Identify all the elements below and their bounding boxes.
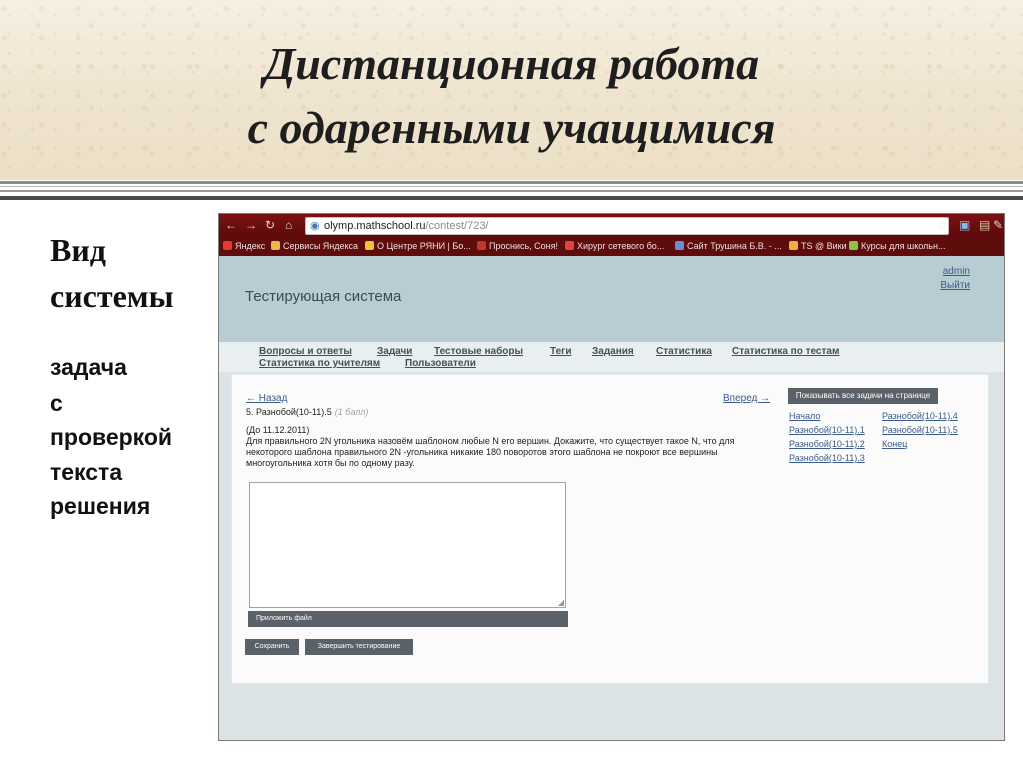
star-icon[interactable]: ☆ (937, 218, 948, 232)
home-icon[interactable]: ⌂ (285, 218, 292, 232)
globe-icon: ◉ (310, 220, 320, 232)
logout-link[interactable]: Выйти (940, 280, 970, 291)
nav-tasks[interactable]: Задачи (377, 346, 412, 357)
nav-users[interactable]: Пользователи (405, 358, 476, 369)
show-all-tasks-button[interactable]: Показывать все задачи на странице (788, 388, 938, 404)
wrench-icon[interactable]: ✎ (993, 218, 1003, 232)
bookmark-item[interactable]: Проснись, Соня! (477, 241, 558, 251)
wiki-icon (789, 241, 798, 250)
nav-test-statistics[interactable]: Статистика по тестам (732, 346, 839, 357)
task-links-column: Начало Разнобой(10-11).1 Разнобой(10-11)… (789, 409, 865, 465)
bookmark-item[interactable]: О Центре РЯНИ | Бо... (365, 241, 471, 251)
divider-line (0, 190, 1023, 192)
user-link[interactable]: admin (943, 266, 970, 277)
task-link[interactable]: Разнобой(10-11).3 (789, 451, 865, 465)
folder-icon (271, 241, 280, 250)
page-icon (477, 241, 486, 250)
extension-icon[interactable]: ▣ (959, 218, 970, 232)
download-icon[interactable]: ▤ (979, 218, 990, 232)
task-link[interactable]: Разнобой(10-11).5 (882, 423, 958, 437)
page-icon (565, 241, 574, 250)
forward-link[interactable]: Вперед → (723, 393, 770, 404)
bookmark-item[interactable]: Сайт Трушина Б.В. - ... (675, 241, 782, 251)
task-links-column: Разнобой(10-11).4 Разнобой(10-11).5 Коне… (882, 409, 958, 451)
nav-questions[interactable]: Вопросы и ответы (259, 346, 352, 357)
nav-tags[interactable]: Теги (550, 346, 571, 357)
task-title: 5. Разнобой(10-11).5 (1 балл) (246, 407, 369, 417)
browser-toolbar: ← → ↻ ⌂ ◉ olymp.mathschool.ru/contest/72… (219, 214, 1004, 238)
caption-text: проверкой (50, 424, 173, 450)
attach-file-button[interactable]: Приложить файл (248, 611, 568, 627)
task-points: (1 балл) (334, 407, 369, 417)
finish-test-button[interactable]: Завершить тестирование (305, 639, 413, 655)
reload-icon[interactable]: ↻ (265, 218, 275, 232)
address-bar[interactable]: ◉ olymp.mathschool.ru/contest/723/ (305, 217, 949, 235)
site-nav: Вопросы и ответы Задачи Тестовые наборы … (219, 342, 1004, 372)
resize-grip-icon[interactable]: ◢ (558, 598, 564, 607)
caption-text: текста (50, 459, 123, 485)
task-link[interactable]: Конец (882, 437, 958, 451)
task-link[interactable]: Начало (789, 409, 865, 423)
browser-window: ← → ↻ ⌂ ◉ olymp.mathschool.ru/contest/72… (218, 213, 1005, 741)
url-path: /contest/723/ (425, 220, 489, 232)
divider-line (0, 196, 1023, 200)
bookmark-item[interactable]: Яндекс (223, 241, 265, 251)
bookmark-item[interactable]: Курсы для школьн... (849, 241, 945, 251)
nav-test-sets[interactable]: Тестовые наборы (434, 346, 523, 357)
nav-assignments[interactable]: Задания (592, 346, 634, 357)
page-icon (365, 241, 374, 250)
caption-heading: Вид (50, 232, 106, 268)
page-icon (675, 241, 684, 250)
task-statement: Для правильного 2N угольника назовём шаб… (246, 436, 735, 468)
due-date: (До 11.12.2011) (246, 425, 310, 435)
bookmark-item[interactable]: Сервисы Яндекса (271, 241, 358, 251)
forward-arrow-icon[interactable]: → (245, 218, 257, 232)
slide-header: Дистанционная работа с одаренными учащим… (0, 0, 1023, 180)
caption-text: решения (50, 493, 151, 519)
divider-line (0, 186, 1023, 187)
bookmark-item[interactable]: Хирург сетевого бо... (565, 241, 664, 251)
task-link[interactable]: Разнобой(10-11).2 (789, 437, 865, 451)
task-panel: ← Назад Вперед → 5. Разнобой(10-11).5 (1 … (231, 374, 989, 684)
caption-heading: системы (50, 278, 174, 314)
slide-title-line2: с одаренными учащимися (247, 102, 776, 153)
caption-text: задача (50, 354, 127, 380)
slide-title-line1: Дистанционная работа (263, 38, 760, 89)
site-header: Тестирующая система admin Выйти (219, 256, 1004, 342)
bookmark-item[interactable]: TS @ Вики (789, 241, 847, 251)
answer-textarea[interactable]: ◢ (249, 482, 566, 608)
caption-text: с (50, 390, 63, 416)
nav-teacher-statistics[interactable]: Статистика по учителям (259, 358, 380, 369)
page-icon (849, 241, 858, 250)
url-host: olymp.mathschool.ru (324, 220, 426, 232)
divider-line (0, 181, 1023, 184)
site-title: Тестирующая система (245, 288, 402, 305)
nav-statistics[interactable]: Статистика (656, 346, 712, 357)
bookmarks-bar: Яндекс Сервисы Яндекса О Центре РЯНИ | Б… (219, 238, 1004, 256)
yandex-icon (223, 241, 232, 250)
back-arrow-icon[interactable]: ← (225, 218, 237, 232)
task-link[interactable]: Разнобой(10-11).1 (789, 423, 865, 437)
back-link[interactable]: ← Назад (246, 393, 287, 404)
save-button[interactable]: Сохранить (245, 639, 299, 655)
task-link[interactable]: Разнобой(10-11).4 (882, 409, 958, 423)
